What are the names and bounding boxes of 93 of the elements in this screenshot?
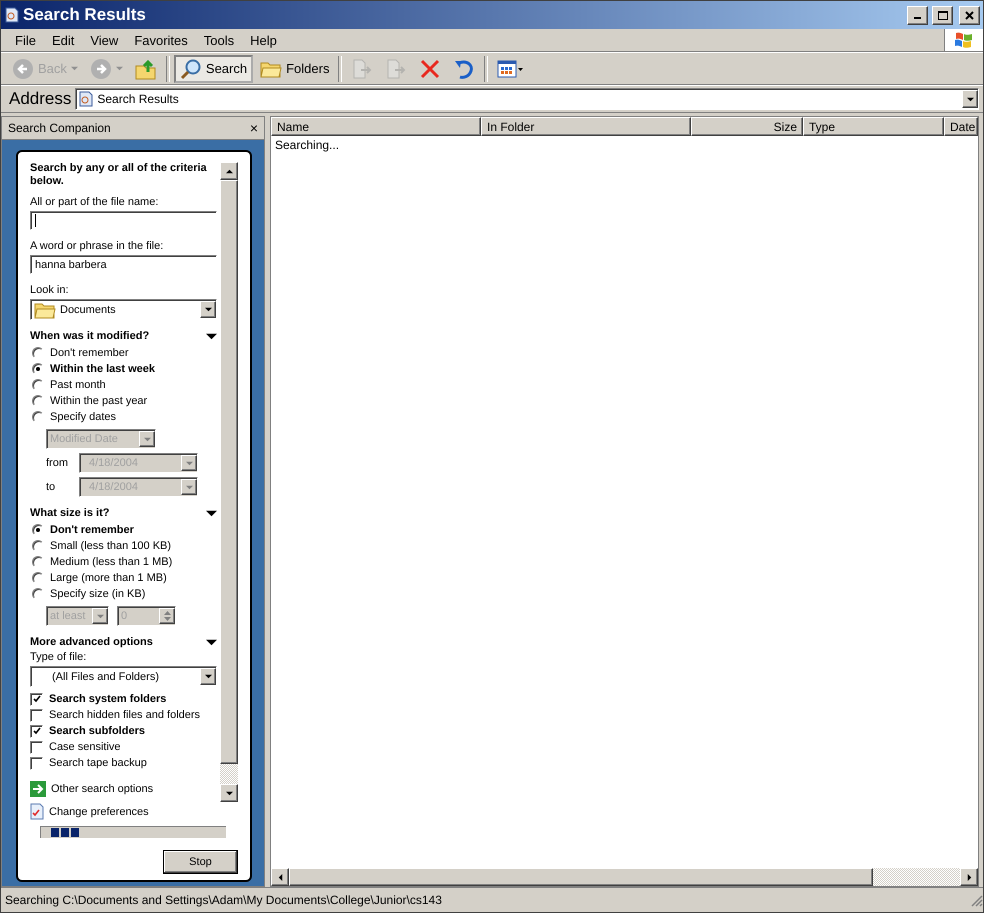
radio-label: Specify dates xyxy=(50,411,116,423)
dropdown-arrow-icon xyxy=(204,673,212,680)
check-mark-icon xyxy=(32,695,40,703)
move-to-icon xyxy=(351,58,374,80)
field-label: Look in: xyxy=(30,284,70,296)
document-icon xyxy=(79,91,94,107)
status-message: Searching... xyxy=(275,138,340,152)
scroll-thumb[interactable] xyxy=(220,180,238,764)
folder-icon xyxy=(260,60,282,78)
dropdown-arrow-icon xyxy=(186,460,192,466)
scroll-down-icon xyxy=(226,790,232,796)
resize-grip-icon xyxy=(969,893,983,907)
radio-label: Within the past year xyxy=(50,395,148,407)
menu-item[interactable]: Tools xyxy=(196,32,242,48)
instruction-heading: Search by any or all of the criteria below. xyxy=(30,162,208,188)
minimize-button[interactable] xyxy=(907,6,928,24)
scroll-right-icon xyxy=(966,874,972,880)
input-field[interactable]: hanna barbera xyxy=(30,255,217,274)
close-button[interactable] xyxy=(959,6,980,24)
dropdown-arrow-icon xyxy=(96,612,104,620)
column-header[interactable]: In Folder xyxy=(481,117,691,136)
caret-icon xyxy=(116,65,123,72)
scroll-down-button[interactable] xyxy=(220,784,238,802)
dropdown[interactable]: Documents xyxy=(30,299,217,320)
panel-title: Search Companion xyxy=(8,121,112,135)
scroll-thumb[interactable] xyxy=(289,868,873,886)
menu-item[interactable]: File xyxy=(7,32,44,48)
search-icon xyxy=(180,58,202,80)
dropdown-arrow-icon xyxy=(204,306,212,313)
column-header[interactable]: Type xyxy=(803,117,944,136)
address-field[interactable]: Search Results xyxy=(75,88,979,110)
field-label: All or part of the file name: xyxy=(30,196,160,208)
field-label: from xyxy=(46,457,69,469)
windows-logo-icon xyxy=(954,31,974,49)
checkbox-label: Search subfolders xyxy=(49,725,145,737)
section-heading: When was it modified? xyxy=(30,330,150,342)
radio-label: Don't remember xyxy=(50,524,134,536)
folder-up-icon xyxy=(134,58,157,80)
checkbox-label: Search tape backup xyxy=(49,757,147,769)
arrow-icon xyxy=(30,781,46,797)
field-label: A word or phrase in the file: xyxy=(30,240,164,252)
column-header[interactable]: Date xyxy=(944,117,978,136)
spinner-arrows-icon xyxy=(164,610,170,622)
menu-item[interactable]: Edit xyxy=(44,32,82,48)
stop-button[interactable]: Stop xyxy=(163,850,238,874)
scroll-left-icon xyxy=(276,874,284,880)
close-icon xyxy=(965,10,974,20)
delete-icon xyxy=(419,58,442,80)
dropdown[interactable]: (All Files and Folders) xyxy=(30,666,217,687)
section-heading: More advanced options xyxy=(30,636,153,648)
folder-icon xyxy=(34,300,56,318)
radio-label: Medium (less than 1 MB) xyxy=(50,556,172,568)
copy-to-icon xyxy=(385,58,408,80)
dropdown-arrow-icon xyxy=(186,484,192,490)
radio-label: Large (more than 1 MB) xyxy=(50,572,167,584)
column-header[interactable]: Size xyxy=(691,117,803,136)
maximize-icon xyxy=(938,10,948,20)
toolbar-button[interactable]: Folders xyxy=(255,54,334,82)
maximize-button[interactable] xyxy=(932,6,953,24)
dropdown-arrow-icon xyxy=(966,96,974,102)
scroll-up-icon xyxy=(226,168,232,174)
link[interactable]: Other search options xyxy=(30,781,217,797)
close-button[interactable]: × xyxy=(250,120,258,136)
scroll-left-button[interactable] xyxy=(271,868,289,886)
checkbox-label: Case sensitive xyxy=(49,741,121,753)
dropdown-arrow-icon xyxy=(144,436,150,442)
field-label: Type of file: xyxy=(30,651,88,663)
views-icon xyxy=(497,58,524,80)
window-icon xyxy=(5,7,19,23)
section-heading: What size is it? xyxy=(30,507,110,519)
toolbar-button[interactable]: Search xyxy=(174,54,254,82)
radio-label: Within the last week xyxy=(50,363,156,375)
checkbox-label: Search system folders xyxy=(49,693,166,705)
scroll-up-button[interactable] xyxy=(220,162,238,180)
radio-label: Small (less than 100 KB) xyxy=(50,540,172,552)
menu-item[interactable]: Favorites xyxy=(126,32,196,48)
status-text: Searching C:\Documents and Settings\Adam\My Documents\College\Junior\cs143 xyxy=(5,893,443,907)
check-mark-icon xyxy=(32,727,40,735)
undo-icon xyxy=(453,58,476,80)
caret-icon xyxy=(70,65,78,72)
radio-label: Don't remember xyxy=(50,347,129,359)
address-label: Address xyxy=(9,89,72,109)
column-header[interactable]: Name xyxy=(271,117,481,136)
scroll-right-button[interactable] xyxy=(960,868,978,886)
link[interactable]: Change preferences xyxy=(30,803,217,820)
preferences-icon xyxy=(30,803,44,820)
menu-item[interactable]: Help xyxy=(242,32,285,48)
checkbox-label: Search hidden files and folders xyxy=(49,709,200,721)
radio-label: Past month xyxy=(50,379,106,391)
field-label: to xyxy=(46,481,56,493)
window-title: Search Results xyxy=(23,5,147,25)
menu-item[interactable]: View xyxy=(82,32,126,48)
radio-label: Specify size (in KB) xyxy=(50,588,146,600)
